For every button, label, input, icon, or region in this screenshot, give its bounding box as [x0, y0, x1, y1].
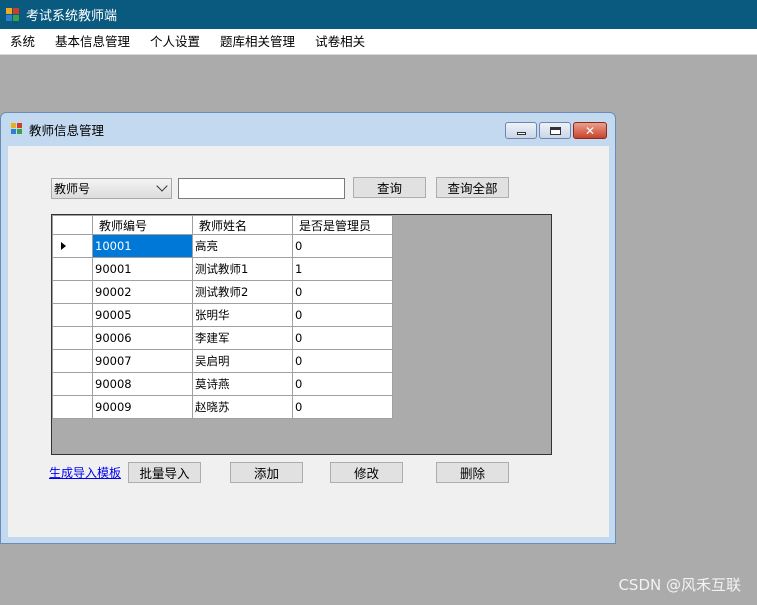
window-client: 教师号 查询 查询全部 教师编号 教师姓名 是否是管理员 10001 高亮 0 …	[8, 146, 609, 537]
teacher-table: 教师编号 教师姓名 是否是管理员 10001 高亮 0 90001 测试教师1	[52, 215, 393, 419]
app-title: 考试系统教师端	[26, 9, 118, 24]
header-row: 教师编号 教师姓名 是否是管理员	[52, 215, 393, 235]
cell-id[interactable]: 90009	[92, 395, 193, 419]
cell-name[interactable]: 吴启明	[192, 349, 293, 373]
cell-admin[interactable]: 0	[292, 303, 393, 327]
window-icon	[11, 123, 23, 135]
row-header[interactable]	[52, 280, 93, 304]
cell-id[interactable]: 90002	[92, 280, 193, 304]
watermark: CSDN @风禾互联	[618, 576, 741, 594]
cell-name[interactable]: 赵晓苏	[192, 395, 293, 419]
column-header-id[interactable]: 教师编号	[92, 215, 193, 235]
window-titlebar[interactable]: 教师信息管理 ✕	[1, 113, 615, 145]
cell-admin[interactable]: 0	[292, 326, 393, 350]
row-header-corner	[52, 215, 93, 235]
chevron-down-icon	[156, 180, 168, 192]
cell-admin[interactable]: 0	[292, 372, 393, 396]
mdi-area: 教师信息管理 ✕ 教师号 查询 查询全部 教师编号 教师姓名 是否是管理员 10…	[0, 55, 757, 605]
row-header[interactable]	[52, 326, 93, 350]
app-titlebar: 考试系统教师端	[0, 0, 757, 29]
query-button[interactable]: 查询	[353, 177, 426, 198]
row-header[interactable]	[52, 257, 93, 281]
search-field-value: 教师号	[54, 182, 91, 196]
table-row[interactable]: 90008 莫诗燕 0	[52, 372, 393, 396]
cell-admin[interactable]: 0	[292, 395, 393, 419]
menu-bar: 系统 基本信息管理 个人设置 题库相关管理 试卷相关	[0, 29, 757, 55]
cell-id[interactable]: 90001	[92, 257, 193, 281]
menu-personal-settings[interactable]: 个人设置	[140, 29, 210, 55]
row-header[interactable]	[52, 234, 93, 258]
cell-name[interactable]: 张明华	[192, 303, 293, 327]
table-row[interactable]: 90007 吴启明 0	[52, 349, 393, 373]
teacher-grid[interactable]: 教师编号 教师姓名 是否是管理员 10001 高亮 0 90001 测试教师1	[51, 214, 552, 455]
cell-id[interactable]: 90005	[92, 303, 193, 327]
table-row[interactable]: 90001 测试教师1 1	[52, 257, 393, 281]
cell-admin[interactable]: 1	[292, 257, 393, 281]
table-row[interactable]: 90009 赵晓苏 0	[52, 395, 393, 419]
table-row[interactable]: 90002 测试教师2 0	[52, 280, 393, 304]
cell-id[interactable]: 90007	[92, 349, 193, 373]
cell-id[interactable]: 90008	[92, 372, 193, 396]
cell-id[interactable]: 90006	[92, 326, 193, 350]
window-controls: ✕	[505, 122, 607, 139]
row-header[interactable]	[52, 349, 93, 373]
close-icon: ✕	[584, 123, 596, 138]
cell-admin[interactable]: 0	[292, 234, 393, 258]
cell-name[interactable]: 李建军	[192, 326, 293, 350]
window-title: 教师信息管理	[29, 122, 105, 138]
table-row[interactable]: 10001 高亮 0	[52, 234, 393, 258]
cell-id[interactable]: 10001	[92, 234, 193, 258]
edit-button[interactable]: 修改	[330, 462, 403, 483]
menu-basic-info[interactable]: 基本信息管理	[45, 29, 140, 55]
query-all-button[interactable]: 查询全部	[436, 177, 509, 198]
cell-name[interactable]: 高亮	[192, 234, 293, 258]
app-icon	[6, 7, 20, 22]
minimize-button[interactable]	[505, 122, 537, 139]
row-header[interactable]	[52, 303, 93, 327]
delete-button[interactable]: 删除	[436, 462, 509, 483]
generate-template-link[interactable]: 生成导入模板	[49, 464, 121, 481]
column-header-name[interactable]: 教师姓名	[192, 215, 293, 235]
menu-question-bank[interactable]: 题库相关管理	[210, 29, 305, 55]
search-field-select[interactable]: 教师号	[51, 178, 172, 199]
minimize-icon	[516, 132, 526, 135]
cell-name[interactable]: 测试教师2	[192, 280, 293, 304]
cell-name[interactable]: 莫诗燕	[192, 372, 293, 396]
search-input[interactable]	[178, 178, 345, 199]
table-row[interactable]: 90006 李建军 0	[52, 326, 393, 350]
row-header[interactable]	[52, 395, 93, 419]
add-button[interactable]: 添加	[230, 462, 303, 483]
row-header[interactable]	[52, 372, 93, 396]
menu-exam-paper[interactable]: 试卷相关	[305, 29, 375, 55]
table-row[interactable]: 90005 张明华 0	[52, 303, 393, 327]
maximize-button[interactable]	[539, 122, 571, 139]
current-row-icon	[61, 242, 66, 250]
cell-admin[interactable]: 0	[292, 280, 393, 304]
menu-system[interactable]: 系统	[0, 29, 45, 55]
column-header-admin[interactable]: 是否是管理员	[292, 215, 393, 235]
cell-admin[interactable]: 0	[292, 349, 393, 373]
teacher-info-window: 教师信息管理 ✕ 教师号 查询 查询全部 教师编号 教师姓名 是否是管理员 10…	[0, 112, 616, 544]
close-button[interactable]: ✕	[573, 122, 607, 139]
maximize-icon	[549, 126, 561, 135]
cell-name[interactable]: 测试教师1	[192, 257, 293, 281]
batch-import-button[interactable]: 批量导入	[128, 462, 201, 483]
